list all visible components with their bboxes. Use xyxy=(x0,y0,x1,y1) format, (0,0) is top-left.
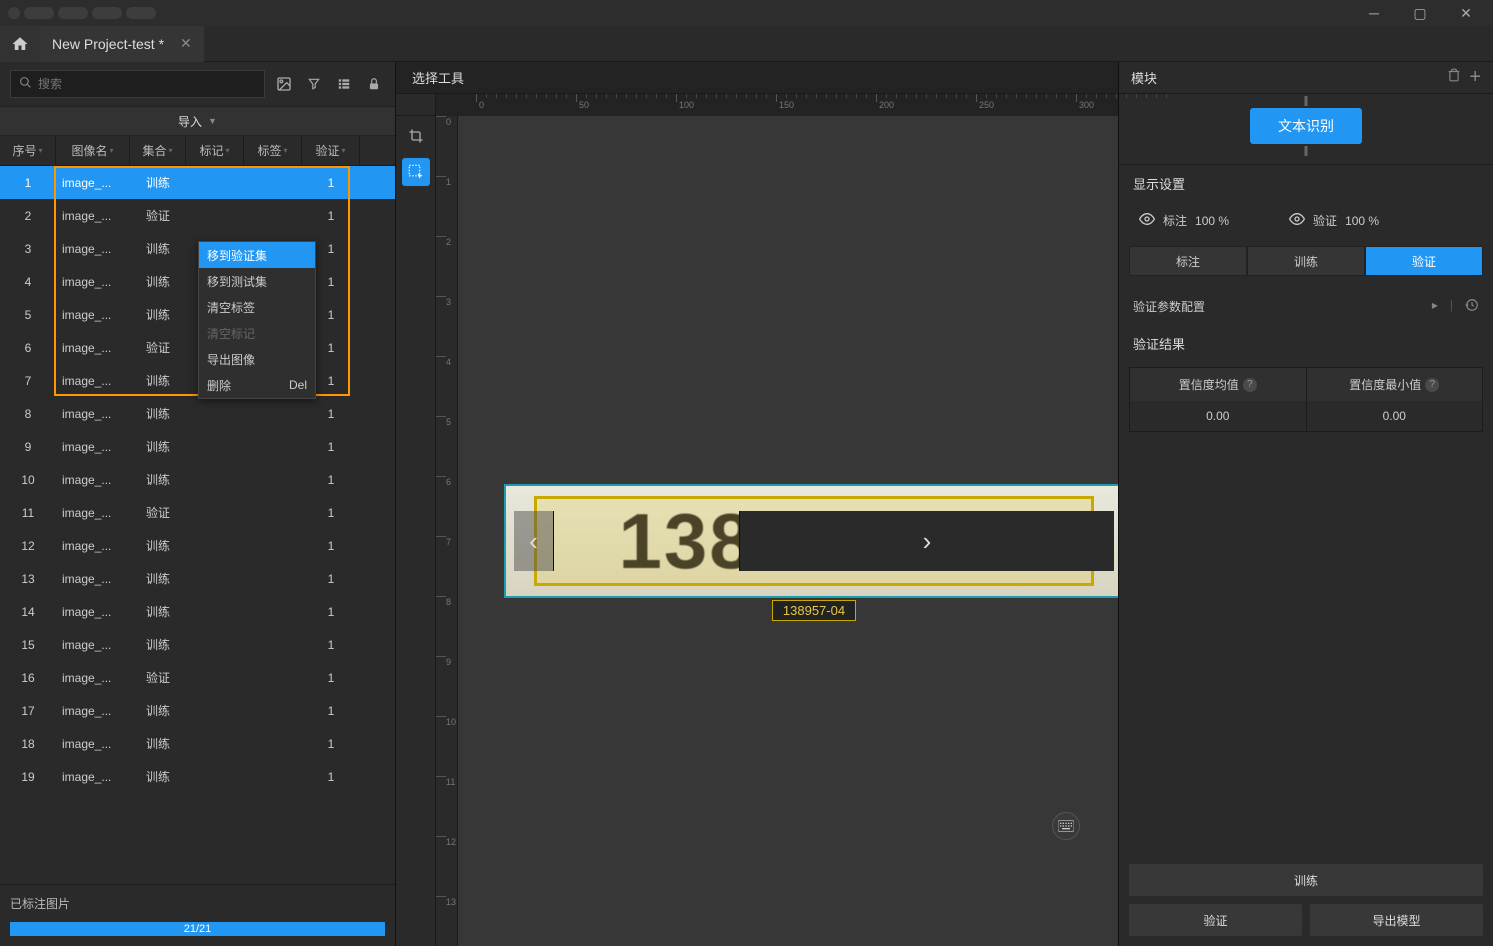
ctx-clear-mark: 清空标记 xyxy=(199,320,315,346)
eye-icon xyxy=(1139,211,1155,230)
keyboard-icon[interactable] xyxy=(1052,812,1080,840)
table-row[interactable]: 14image_...训练1 xyxy=(0,595,395,628)
search-box[interactable] xyxy=(10,70,265,98)
module-chip[interactable]: 文本识别 xyxy=(1250,108,1362,144)
list-view-icon[interactable] xyxy=(333,73,355,95)
progress-text: 21/21 xyxy=(184,923,212,935)
table-row[interactable]: 19image_...训练1 xyxy=(0,760,395,793)
ctx-move-to-test[interactable]: 移到测试集 xyxy=(199,268,315,294)
help-icon[interactable]: ? xyxy=(1243,378,1257,392)
display-settings-header: 显示设置 xyxy=(1119,165,1493,201)
ctx-export-image[interactable]: 导出图像 xyxy=(199,346,315,372)
left-footer: 已标注图片 21/21 xyxy=(0,884,395,946)
th-confidence-mean: 置信度均值? xyxy=(1130,368,1307,401)
home-button[interactable] xyxy=(0,26,40,62)
history-icon[interactable] xyxy=(1465,298,1479,315)
val-confidence-min: 0.00 xyxy=(1307,401,1483,431)
train-button[interactable]: 训练 xyxy=(1129,864,1483,896)
col-set[interactable]: 集合▾ xyxy=(130,136,186,165)
lock-icon[interactable] xyxy=(363,73,385,95)
ocr-result-label: 138957-04 xyxy=(772,600,856,621)
progress-bar: 21/21 xyxy=(10,922,385,936)
tabbar: New Project-test * ✕ xyxy=(0,26,1493,62)
col-tag[interactable]: 标签▾ xyxy=(244,136,302,165)
titlebar: ─ ▢ ✕ xyxy=(0,0,1493,26)
close-window-button[interactable]: ✕ xyxy=(1443,0,1489,26)
canvas[interactable]: 138957-04 ‹ › 138957-04 xyxy=(458,116,1118,946)
table-row[interactable]: 18image_...训练1 xyxy=(0,727,395,760)
table-row[interactable]: 16image_...验证1 xyxy=(0,661,395,694)
minimize-button[interactable]: ─ xyxy=(1351,0,1397,26)
ctx-delete[interactable]: 删除Del xyxy=(199,372,315,398)
col-name[interactable]: 图像名▾ xyxy=(56,136,130,165)
table-row[interactable]: 12image_...训练1 xyxy=(0,529,395,562)
ctx-move-to-validation[interactable]: 移到验证集 xyxy=(199,242,315,268)
result-table: 置信度均值? 置信度最小值? 0.00 0.00 xyxy=(1129,367,1483,432)
next-image-button[interactable]: › xyxy=(739,511,1114,571)
eye-icon xyxy=(1289,211,1305,230)
verify-result-header: 验证结果 xyxy=(1119,325,1493,361)
module-title: 模块 xyxy=(1131,68,1439,87)
project-tab[interactable]: New Project-test * ✕ xyxy=(40,26,204,62)
context-menu: 移到验证集 移到测试集 清空标签 清空标记 导出图像 删除Del xyxy=(198,241,316,399)
delete-module-icon[interactable] xyxy=(1447,68,1461,87)
table-row[interactable]: 17image_...训练1 xyxy=(0,694,395,727)
vertical-toolbar xyxy=(396,116,436,946)
show-verification-toggle[interactable]: 验证 100 % xyxy=(1289,211,1379,230)
col-verify[interactable]: 验证▾ xyxy=(302,136,360,165)
ruler-vertical: 012345678910111213 xyxy=(436,116,458,946)
verify-button[interactable]: 验证 xyxy=(1129,904,1302,936)
tab-close-icon[interactable]: ✕ xyxy=(180,35,192,52)
caret-down-icon: ▼ xyxy=(208,116,217,126)
verify-config-row[interactable]: 验证参数配置 ▸ | xyxy=(1119,288,1493,325)
center-header: 选择工具 xyxy=(396,62,1118,94)
maximize-button[interactable]: ▢ xyxy=(1397,0,1443,26)
right-panel: 模块 + 文本识别 显示设置 标注 100 % xyxy=(1118,62,1493,946)
table-row[interactable]: 2image_...验证1 xyxy=(0,199,395,232)
ctx-clear-tag[interactable]: 清空标签 xyxy=(199,294,315,320)
tool-crop[interactable] xyxy=(402,122,430,150)
search-icon xyxy=(19,76,32,92)
table-row[interactable]: 15image_...训练1 xyxy=(0,628,395,661)
table-row[interactable]: 11image_...验证1 xyxy=(0,496,395,529)
search-input[interactable] xyxy=(38,77,256,91)
help-icon[interactable]: ? xyxy=(1425,378,1439,392)
table-row[interactable]: 10image_...训练1 xyxy=(0,463,395,496)
left-panel: 导入 ▼ 序号▾ 图像名▾ 集合▾ 标记▾ 标签▾ 验证▾ 1image_...… xyxy=(0,62,396,946)
filter-icon[interactable] xyxy=(303,73,325,95)
val-confidence-mean: 0.00 xyxy=(1130,401,1307,431)
ocr-region[interactable]: 138957-04 ‹ › xyxy=(504,484,1118,598)
add-module-icon[interactable]: + xyxy=(1469,66,1481,89)
center-panel: 选择工具 050100150200250300 0123456789101112… xyxy=(396,62,1118,946)
prev-image-button[interactable]: ‹ xyxy=(514,511,554,571)
tab-train[interactable]: 训练 xyxy=(1247,246,1365,276)
table-row[interactable]: 9image_...训练1 xyxy=(0,430,395,463)
tab-verify[interactable]: 验证 xyxy=(1365,246,1483,276)
tool-title: 选择工具 xyxy=(412,68,464,87)
tab-title: New Project-test * xyxy=(52,36,164,52)
export-model-button[interactable]: 导出模型 xyxy=(1310,904,1483,936)
import-label: 导入 xyxy=(178,113,202,130)
tab-annotate[interactable]: 标注 xyxy=(1129,246,1247,276)
col-index[interactable]: 序号▾ xyxy=(0,136,56,165)
import-button[interactable]: 导入 ▼ xyxy=(0,106,395,136)
tool-select[interactable] xyxy=(402,158,430,186)
th-confidence-min: 置信度最小值? xyxy=(1307,368,1483,401)
table-row[interactable]: 1image_...训练1 xyxy=(0,166,395,199)
table-header: 序号▾ 图像名▾ 集合▾ 标记▾ 标签▾ 验证▾ xyxy=(0,136,395,166)
col-mark[interactable]: 标记▾ xyxy=(186,136,244,165)
expand-icon[interactable]: ▸ xyxy=(1432,298,1438,315)
table-row[interactable]: 13image_...训练1 xyxy=(0,562,395,595)
table-row[interactable]: 8image_...训练1 xyxy=(0,397,395,430)
image-filter-icon[interactable] xyxy=(273,73,295,95)
show-annotation-toggle[interactable]: 标注 100 % xyxy=(1139,211,1229,230)
labeled-images-label: 已标注图片 xyxy=(10,895,385,912)
